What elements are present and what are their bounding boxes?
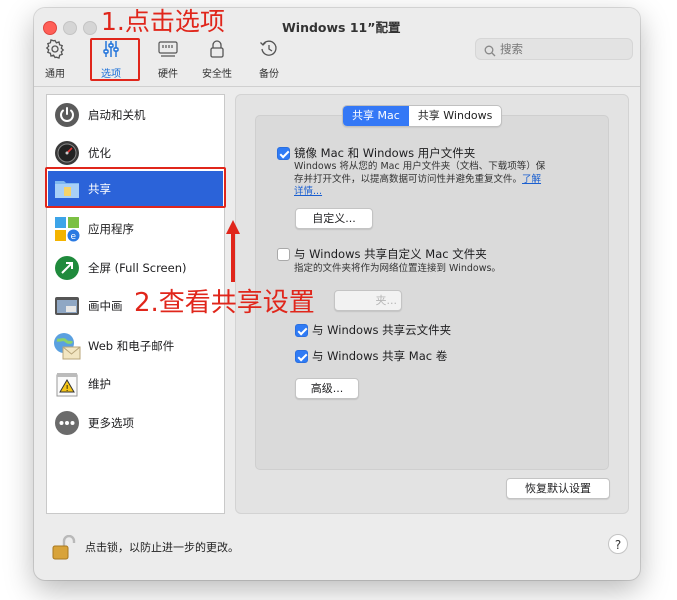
sidebar-item-label: 维护 bbox=[88, 377, 111, 391]
sidebar-item-label: Web 和电子邮件 bbox=[88, 339, 175, 353]
fullscreen-icon bbox=[53, 254, 81, 282]
help-button[interactable]: ? bbox=[608, 534, 628, 554]
arrow-up-icon bbox=[226, 220, 240, 286]
backup-clock-icon bbox=[246, 38, 292, 60]
custom-share-description: 指定的文件夹将作为网络位置连接到 Windows。 bbox=[294, 263, 501, 274]
search-icon bbox=[484, 42, 496, 61]
mirror-folders-description: Windows 将从您的 Mac 用户文件夹（文档、下载项等）保 存并打开文件，… bbox=[294, 161, 594, 199]
share-volumes-checkbox[interactable] bbox=[295, 350, 308, 363]
hardware-icon bbox=[145, 38, 191, 60]
lock-hint-text: 点击锁，以防止进一步的更改。 bbox=[85, 541, 239, 554]
applications-icon: e bbox=[53, 215, 81, 243]
search-field[interactable] bbox=[475, 38, 633, 60]
tab-share-mac[interactable]: 共享 Mac bbox=[343, 106, 409, 126]
svg-text:!: ! bbox=[66, 384, 69, 393]
share-tabs: 共享 Mac 共享 Windows bbox=[342, 105, 503, 127]
toolbar-general-label: 通用 bbox=[45, 69, 65, 80]
mirror-desc-line2: 存并打开文件，以提高数据可访问性并避免重复文件。 bbox=[294, 173, 523, 185]
toolbar-hardware-label: 硬件 bbox=[158, 69, 178, 80]
sidebar-item-startup-shutdown[interactable]: 启动和关机 bbox=[48, 97, 223, 133]
sidebar-item-optimization[interactable]: 优化 bbox=[48, 135, 223, 171]
config-window: Windows 11”配置 通用 选项 硬件 安全性 备份 搜索 启动和关机 优… bbox=[34, 8, 640, 580]
unlocked-padlock-icon[interactable] bbox=[52, 534, 76, 565]
sidebar-item-label: 全屏 (Full Screen) bbox=[88, 261, 187, 275]
mirror-folders-label: 镜像 Mac 和 Windows 用户文件夹 bbox=[294, 146, 476, 160]
zoom-window-button[interactable] bbox=[83, 21, 97, 35]
sidebar-item-fullscreen[interactable]: 全屏 (Full Screen) bbox=[48, 250, 223, 286]
toolbar-backup[interactable]: 备份 bbox=[246, 38, 292, 80]
window-title: Windows 11”配置 bbox=[282, 20, 401, 35]
toolbar-hardware[interactable]: 硬件 bbox=[145, 38, 191, 80]
tab-share-windows[interactable]: 共享 Windows bbox=[409, 106, 502, 126]
toolbar-security[interactable]: 安全性 bbox=[194, 38, 240, 80]
add-folder-button[interactable]: 夹... bbox=[334, 290, 402, 311]
options-highlight-box bbox=[90, 38, 140, 81]
sidebar-item-label: 应用程序 bbox=[88, 222, 134, 236]
sidebar-item-maintenance[interactable]: ! 维护 bbox=[48, 366, 223, 402]
sidebar-item-more-options[interactable]: 更多选项 bbox=[48, 405, 223, 441]
sidebar-item-label: 优化 bbox=[88, 146, 111, 160]
gear-icon bbox=[34, 38, 78, 60]
search-input[interactable] bbox=[500, 41, 626, 57]
sidebar-item-label: 启动和关机 bbox=[88, 108, 146, 122]
custom-share-checkbox[interactable] bbox=[277, 248, 290, 261]
more-options-icon bbox=[53, 409, 81, 437]
mirror-folders-checkbox[interactable] bbox=[277, 147, 290, 160]
sidebar-item-label: 更多选项 bbox=[88, 416, 134, 430]
share-cloud-label: 与 Windows 共享云文件夹 bbox=[312, 323, 452, 337]
share-cloud-checkbox[interactable] bbox=[295, 324, 308, 337]
sidebar-item-label: 画中画 bbox=[88, 299, 123, 313]
maintenance-icon: ! bbox=[53, 370, 81, 398]
annotation-step1: 1.点击选项 bbox=[101, 7, 225, 36]
lock-icon bbox=[194, 38, 240, 60]
speedometer-icon bbox=[53, 139, 81, 167]
toolbar-backup-label: 备份 bbox=[259, 69, 279, 80]
minimize-window-button[interactable] bbox=[63, 21, 77, 35]
svg-text:e: e bbox=[71, 232, 77, 242]
restore-defaults-button[interactable]: 恢复默认设置 bbox=[506, 478, 610, 499]
web-mail-icon bbox=[53, 332, 81, 360]
picture-in-picture-icon bbox=[53, 292, 81, 320]
close-window-button[interactable] bbox=[43, 21, 57, 35]
toolbar-security-label: 安全性 bbox=[202, 69, 232, 80]
customize-button[interactable]: 自定义... bbox=[295, 208, 373, 229]
learn-more-link-continued[interactable]: 详情... bbox=[294, 186, 322, 197]
custom-share-label: 与 Windows 共享自定义 Mac 文件夹 bbox=[294, 247, 487, 261]
mirror-desc-line1: Windows 将从您的 Mac 用户文件夹（文档、下载项等）保 bbox=[294, 161, 546, 172]
share-volumes-label: 与 Windows 共享 Mac 卷 bbox=[312, 349, 448, 363]
sharing-highlight-box bbox=[45, 167, 226, 208]
sidebar-item-web-mail[interactable]: Web 和电子邮件 bbox=[48, 328, 223, 364]
annotation-step2: 2.查看共享设置 bbox=[134, 288, 315, 318]
toolbar-general[interactable]: 通用 bbox=[34, 38, 78, 80]
advanced-button[interactable]: 高级... bbox=[295, 378, 359, 399]
power-icon bbox=[53, 101, 81, 129]
sidebar-item-applications[interactable]: e 应用程序 bbox=[48, 211, 223, 247]
learn-more-link[interactable]: 了解 bbox=[522, 174, 541, 185]
